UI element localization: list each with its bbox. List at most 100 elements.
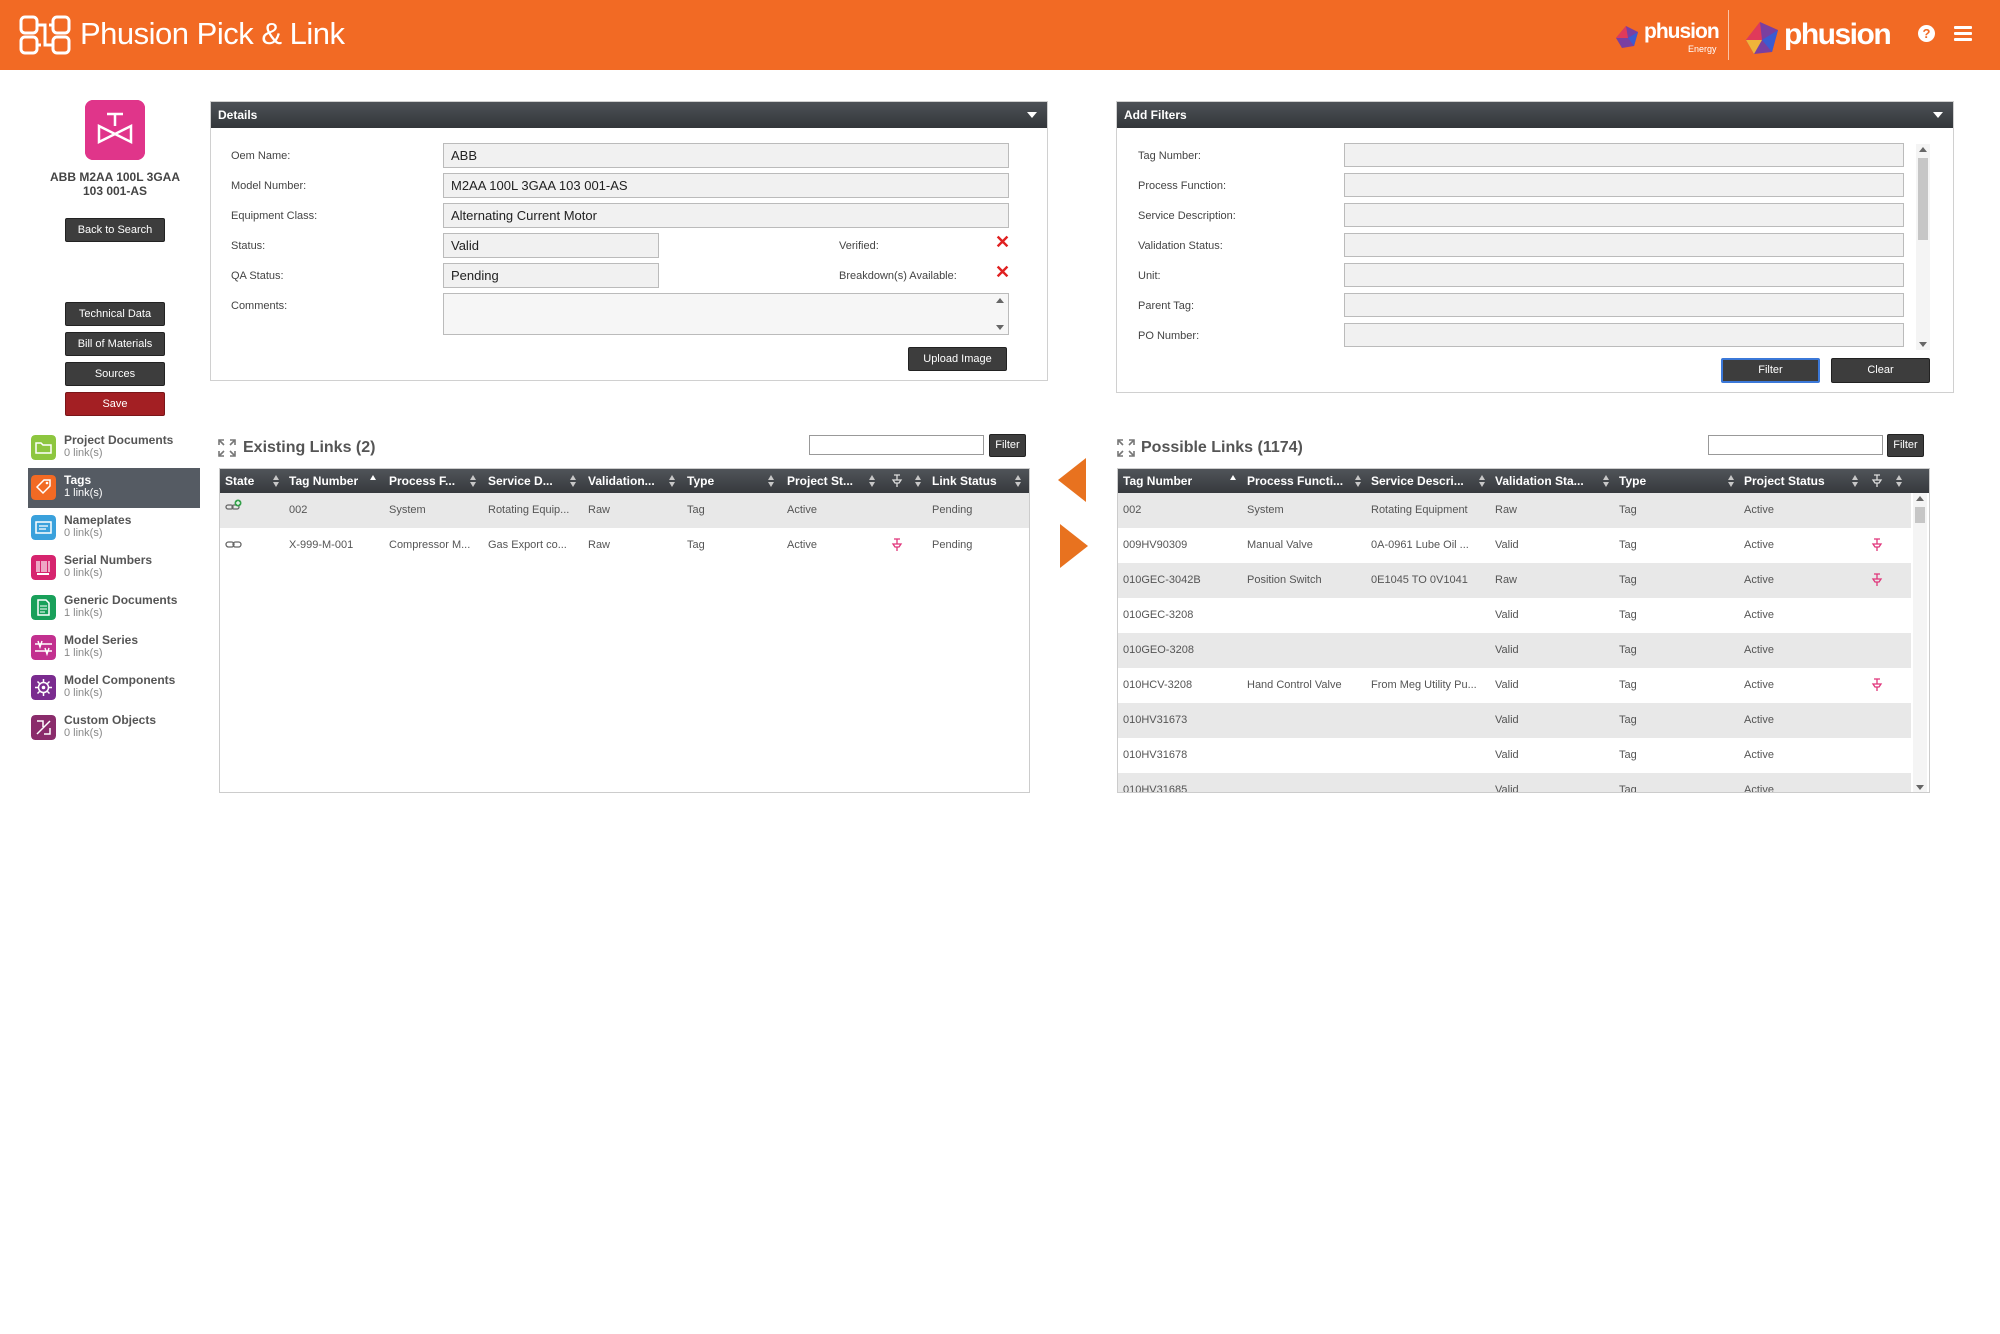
back-to-search-button[interactable]: Back to Search bbox=[65, 218, 165, 242]
col-validation[interactable]: Validation... bbox=[583, 469, 663, 493]
sort-icon[interactable] bbox=[915, 475, 922, 487]
table-row[interactable]: 009HV90309 Manual Valve 0A-0961 Lube Oil… bbox=[1118, 528, 1911, 563]
col-service-description[interactable]: Service D... bbox=[483, 469, 563, 493]
filters-panel-header[interactable]: Add Filters bbox=[1117, 102, 1953, 128]
bill-of-materials-button[interactable]: Bill of Materials bbox=[65, 332, 165, 356]
table-row[interactable]: 010HV31673 Valid Tag Active bbox=[1118, 703, 1911, 738]
sort-icon[interactable] bbox=[1896, 475, 1903, 487]
sort-icon[interactable] bbox=[470, 475, 477, 487]
sort-icon[interactable] bbox=[570, 475, 577, 487]
sort-asc-icon[interactable] bbox=[370, 475, 377, 487]
possible-links-header: Tag Number Process Functi... Service Des… bbox=[1118, 469, 1929, 493]
parent-tag-input[interactable] bbox=[1344, 293, 1904, 317]
table-row[interactable]: 010GEO-3208 Valid Tag Active bbox=[1118, 633, 1911, 668]
pin-column-icon[interactable] bbox=[1871, 474, 1883, 488]
collapse-caret-icon[interactable] bbox=[1027, 112, 1037, 118]
help-icon[interactable]: ? bbox=[1918, 25, 1935, 42]
filters-scrollbar[interactable] bbox=[1916, 144, 1930, 350]
po-number-input[interactable] bbox=[1344, 323, 1904, 347]
sort-icon[interactable] bbox=[1015, 475, 1022, 487]
col-validation-status[interactable]: Validation Sta... bbox=[1490, 469, 1595, 493]
nav-item-serial-numbers[interactable]: Serial Numbers 0 link(s) bbox=[28, 548, 200, 588]
table-row[interactable]: 002 System Rotating Equipment Raw Tag Ac… bbox=[1118, 493, 1911, 528]
sort-icon[interactable] bbox=[768, 475, 775, 487]
col-link-status[interactable]: Link Status bbox=[927, 469, 1007, 493]
save-button[interactable]: Save bbox=[65, 392, 165, 416]
existing-links-filter-input[interactable] bbox=[809, 435, 984, 455]
pin-icon[interactable] bbox=[1871, 573, 1883, 587]
remove-link-arrow-icon[interactable] bbox=[1058, 458, 1086, 502]
validation-status-input[interactable] bbox=[1344, 233, 1904, 257]
col-tag-number[interactable]: Tag Number bbox=[284, 469, 374, 493]
nav-item-model-series[interactable]: Model Series 1 link(s) bbox=[28, 628, 200, 668]
details-panel-header[interactable]: Details bbox=[211, 102, 1047, 128]
filter-button[interactable]: Filter bbox=[1721, 358, 1820, 383]
sort-icon[interactable] bbox=[273, 475, 280, 487]
sort-icon[interactable] bbox=[1852, 475, 1859, 487]
nav-item-model-components[interactable]: Model Components 0 link(s) bbox=[28, 668, 200, 708]
nav-item-nameplates[interactable]: Nameplates 0 link(s) bbox=[28, 508, 200, 548]
sort-icon[interactable] bbox=[1355, 475, 1362, 487]
existing-links-filter-button[interactable]: Filter bbox=[989, 434, 1026, 457]
pin-icon[interactable] bbox=[891, 538, 903, 552]
tag-number-input[interactable] bbox=[1344, 143, 1904, 167]
add-link-arrow-icon[interactable] bbox=[1060, 524, 1088, 568]
qa-status-field[interactable]: Pending bbox=[443, 263, 659, 288]
equipment-class-field[interactable]: Alternating Current Motor bbox=[443, 203, 1009, 228]
cell-service: Rotating Equip... bbox=[488, 504, 570, 516]
col-project-status[interactable]: Project Status bbox=[1739, 469, 1844, 493]
nav-item-project-documents[interactable]: Project Documents 0 link(s) bbox=[28, 428, 200, 468]
col-project-status[interactable]: Project St... bbox=[782, 469, 862, 493]
possible-links-filter-input[interactable] bbox=[1708, 435, 1883, 455]
col-process-function[interactable]: Process Functi... bbox=[1242, 469, 1347, 493]
nav-item-tags[interactable]: Tags 1 link(s) bbox=[28, 468, 200, 508]
hamburger-menu-icon[interactable] bbox=[1954, 26, 1972, 41]
col-tag-number[interactable]: Tag Number bbox=[1118, 469, 1218, 493]
possible-links-scrollbar[interactable] bbox=[1913, 493, 1927, 792]
sort-icon[interactable] bbox=[869, 475, 876, 487]
table-row[interactable]: 010GEC-3208 Valid Tag Active bbox=[1118, 598, 1911, 633]
qa-label: QA Status: bbox=[231, 270, 284, 282]
table-row[interactable]: 010HV31685 Valid Tag Active bbox=[1118, 773, 1911, 792]
model-number-field[interactable]: M2AA 100L 3GAA 103 001-AS bbox=[443, 173, 1009, 198]
upload-image-button[interactable]: Upload Image bbox=[908, 347, 1007, 371]
technical-data-button[interactable]: Technical Data bbox=[65, 302, 165, 326]
table-row[interactable]: 010HV31678 Valid Tag Active bbox=[1118, 738, 1911, 773]
comments-textarea[interactable] bbox=[443, 293, 1009, 335]
table-row[interactable]: X-999-M-001 Compressor M... Gas Export c… bbox=[220, 528, 1029, 563]
sources-button[interactable]: Sources bbox=[65, 362, 165, 386]
nav-item-title: Model Components bbox=[64, 673, 176, 687]
breakdown-false-icon[interactable]: ✕ bbox=[995, 263, 1010, 281]
col-process-function[interactable]: Process F... bbox=[384, 469, 464, 493]
expand-icon[interactable] bbox=[218, 439, 236, 457]
possible-links-filter-button[interactable]: Filter bbox=[1887, 434, 1924, 457]
comments-scrollbar[interactable] bbox=[993, 295, 1007, 333]
sort-icon[interactable] bbox=[1479, 475, 1486, 487]
sort-icon[interactable] bbox=[1603, 475, 1610, 487]
sort-asc-icon[interactable] bbox=[1230, 475, 1237, 487]
table-row[interactable]: 010GEC-3042B Position Switch 0E1045 TO 0… bbox=[1118, 563, 1911, 598]
sort-icon[interactable] bbox=[1728, 475, 1735, 487]
col-type[interactable]: Type bbox=[682, 469, 762, 493]
process-function-input[interactable] bbox=[1344, 173, 1904, 197]
nav-item-generic-documents[interactable]: Generic Documents 1 link(s) bbox=[28, 588, 200, 628]
pin-icon[interactable] bbox=[1871, 538, 1883, 552]
col-type[interactable]: Type bbox=[1614, 469, 1719, 493]
sort-icon[interactable] bbox=[669, 475, 676, 487]
cell-tag: X-999-M-001 bbox=[289, 539, 354, 551]
status-field[interactable]: Valid bbox=[443, 233, 659, 258]
table-row[interactable]: 010HCV-3208 Hand Control Valve From Meg … bbox=[1118, 668, 1911, 703]
expand-icon[interactable] bbox=[1117, 439, 1135, 457]
pin-icon[interactable] bbox=[1871, 678, 1883, 692]
oem-name-field[interactable]: ABB bbox=[443, 143, 1009, 168]
col-service-description[interactable]: Service Descri... bbox=[1366, 469, 1471, 493]
service-description-input[interactable] bbox=[1344, 203, 1904, 227]
cell-type: Tag bbox=[1619, 539, 1637, 551]
nav-item-custom-objects[interactable]: Custom Objects 0 link(s) bbox=[28, 708, 200, 748]
pin-column-icon[interactable] bbox=[891, 474, 903, 488]
table-row[interactable]: 002 System Rotating Equip... Raw Tag Act… bbox=[220, 493, 1029, 528]
verified-false-icon[interactable]: ✕ bbox=[995, 233, 1010, 251]
clear-button[interactable]: Clear bbox=[1831, 358, 1930, 383]
unit-input[interactable] bbox=[1344, 263, 1904, 287]
collapse-caret-icon[interactable] bbox=[1933, 112, 1943, 118]
